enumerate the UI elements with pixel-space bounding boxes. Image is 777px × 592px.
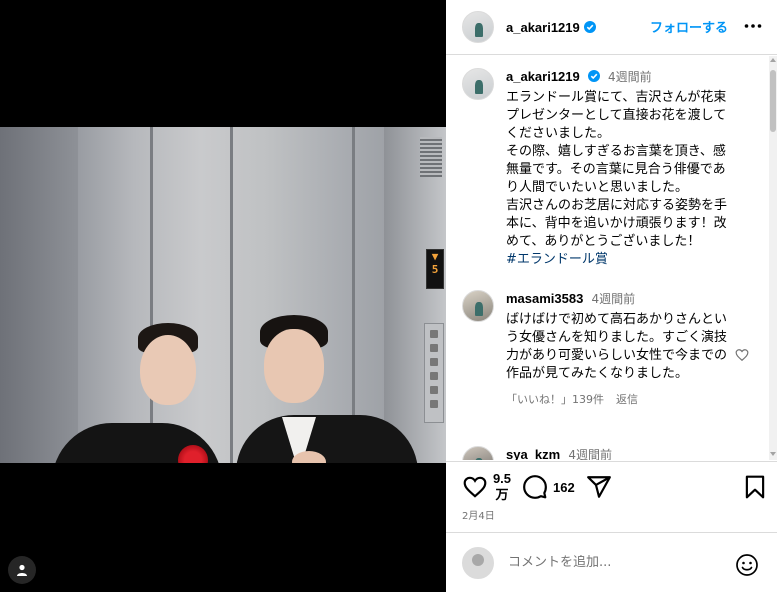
elevator-vent [420, 137, 442, 177]
comment-reply-button[interactable]: 返信 [616, 391, 638, 407]
elevator-floor-display: ▼ 5 [426, 249, 444, 289]
comment-count[interactable]: 162 [553, 480, 575, 495]
scroll-down-arrow[interactable] [770, 452, 776, 456]
caption-text: エランドール賞にて、吉沢さんが花束プレゼンターとして直接お花を渡してくださいまし… [506, 90, 728, 249]
caption: a_akari1219 4週間前 エランドール賞にて、吉沢さんが花束プレゼンター… [462, 68, 738, 269]
comment-username[interactable]: masami3583 [506, 291, 583, 306]
smiley-face-icon[interactable] [735, 553, 759, 577]
scroll-up-arrow[interactable] [770, 58, 776, 62]
like-count-value: 9.5 [492, 471, 512, 486]
share-paper-plane-icon[interactable] [586, 474, 612, 500]
post-sidebar: a_akari1219 フォローする a_akari1219 4週間前 エランド… [446, 0, 777, 592]
floor-number: 5 [431, 263, 439, 276]
comment-meta: 「いいね！」139件 返信 [506, 391, 738, 407]
comment-avatar[interactable] [462, 446, 494, 460]
author-username[interactable]: a_akari1219 [506, 20, 580, 35]
post-media[interactable]: ▼ 5 [0, 0, 446, 592]
comment-likes[interactable]: 「いいね！」139件 [506, 391, 604, 407]
comments-list[interactable]: a_akari1219 4週間前 エランドール賞にて、吉沢さんが花束プレゼンター… [446, 56, 777, 460]
caption-hashtag[interactable]: #エランドール賞 [506, 251, 738, 269]
comment-bubble-icon[interactable] [522, 474, 548, 500]
comment-like-heart-icon[interactable] [735, 348, 749, 362]
comment-body: masami3583 4週間前 ばけばけで初めて高石あかりさんという女優さんを知… [506, 290, 738, 407]
elevator-door-seam [230, 127, 233, 463]
like-count-unit: 万 [495, 487, 509, 502]
verified-badge-icon [587, 70, 600, 82]
like-heart-icon[interactable] [462, 474, 488, 500]
comment-timestamp[interactable]: 4週間前 [591, 292, 635, 306]
like-count[interactable]: 9.5 万 [492, 471, 512, 503]
author-avatar[interactable] [462, 11, 494, 43]
comment-username[interactable]: sya_kzm [506, 447, 560, 460]
comment-composer [446, 532, 777, 592]
comment-input[interactable] [508, 555, 718, 570]
comment-item: masami3583 4週間前 ばけばけで初めて高石あかりさんという女優さんを知… [462, 290, 738, 407]
comment-item: sya_kzm 4週間前 [462, 446, 738, 460]
elevator-wall [0, 127, 78, 463]
person-left-face [140, 335, 196, 405]
elevator-button-panel [424, 323, 444, 423]
viewer-avatar [462, 546, 494, 579]
comment-avatar[interactable] [462, 290, 494, 322]
person-right-face [264, 329, 324, 403]
caption-body: a_akari1219 4週間前 エランドール賞にて、吉沢さんが花束プレゼンター… [506, 68, 738, 269]
caption-username[interactable]: a_akari1219 [506, 69, 580, 84]
post-date[interactable]: 2月4日 [462, 507, 495, 522]
save-bookmark-icon[interactable] [742, 474, 768, 500]
comment-body: sya_kzm 4週間前 [506, 446, 738, 460]
comment-timestamp[interactable]: 4週間前 [568, 448, 612, 460]
more-options-icon[interactable] [743, 16, 763, 36]
comment-text: ばけばけで初めて高石あかりさんという女優さんを知りました。すごく演技力があり可愛… [506, 312, 728, 381]
caption-timestamp[interactable]: 4週間前 [608, 70, 652, 84]
elevator-door-seam [352, 127, 355, 463]
user-silhouette-icon [17, 564, 27, 576]
user-tag-icon[interactable] [8, 556, 36, 584]
caption-avatar[interactable] [462, 68, 494, 100]
verified-badge-icon [583, 21, 596, 33]
follow-button[interactable]: フォローする [650, 17, 728, 36]
action-bar: 9.5 万 162 2月4日 [446, 461, 777, 531]
comments-scrollbar[interactable] [769, 56, 777, 460]
post-photo[interactable]: ▼ 5 [0, 127, 446, 463]
scrollbar-thumb[interactable] [770, 70, 776, 132]
post-header: a_akari1219 フォローする [446, 0, 777, 55]
elevator-door-seam [150, 127, 153, 463]
